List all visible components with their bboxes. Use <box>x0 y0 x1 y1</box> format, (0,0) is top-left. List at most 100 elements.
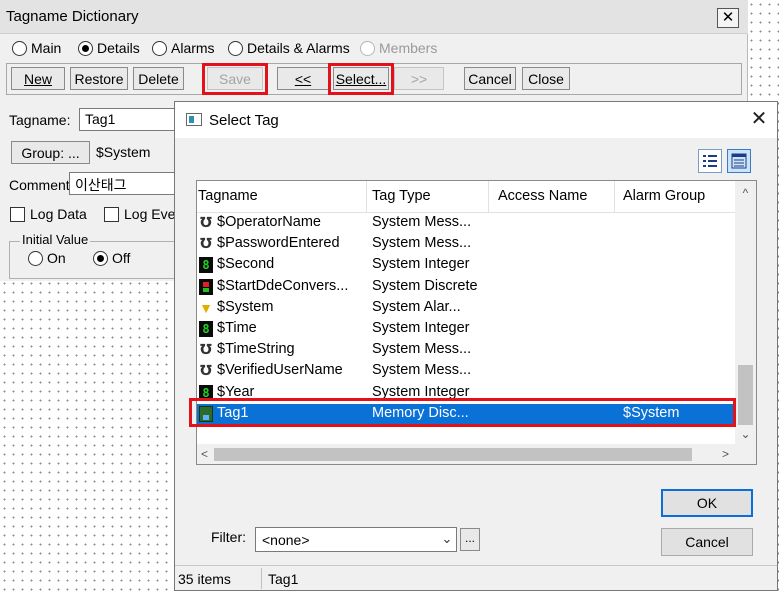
column-header-tag-type[interactable]: Tag Type <box>367 181 489 213</box>
cell-tagname: $Time <box>217 320 257 336</box>
message-tag-icon: ℧ <box>200 236 212 252</box>
status-bar: 35 items Tag1 <box>175 565 777 590</box>
cell-tag-type: System Mess... <box>372 214 472 230</box>
scroll-down-icon[interactable]: ⌄ <box>735 424 756 444</box>
cell-tagname: $PasswordEntered <box>217 235 340 251</box>
group-value: $System <box>96 144 151 160</box>
table-row[interactable]: ℧ $TimeString System Mess... <box>197 340 735 361</box>
scroll-left-icon[interactable]: < <box>197 444 215 464</box>
radio-details-label: Details <box>97 40 140 56</box>
table-row[interactable]: ▼ $System System Alar... <box>197 298 735 319</box>
horizontal-scroll-thumb[interactable] <box>214 448 692 461</box>
close-icon[interactable]: ✕ <box>747 108 771 132</box>
restore-button-label: Restore <box>74 70 124 87</box>
delete-button[interactable]: Delete <box>133 67 184 90</box>
list-view-icon[interactable] <box>727 149 751 173</box>
close-icon[interactable]: ✕ <box>717 8 739 28</box>
dialog-title-bar: Select Tag ✕ <box>175 102 777 138</box>
log-data-checkbox[interactable]: Log Data <box>10 206 87 222</box>
delete-button-label: Delete <box>138 70 179 87</box>
comment-label: Comment: <box>9 177 74 193</box>
radio-alarms-label: Alarms <box>171 40 215 56</box>
table-row[interactable]: ℧ $OperatorName System Mess... <box>197 213 735 234</box>
restore-button[interactable]: Restore <box>70 67 128 90</box>
radio-details-alarms[interactable]: Details & Alarms <box>228 40 350 56</box>
dialog-cancel-button-label: Cancel <box>685 534 729 550</box>
cell-tag-type: System Discrete <box>372 278 478 294</box>
scroll-up-icon[interactable]: ^ <box>735 183 756 203</box>
column-header-access-name[interactable]: Access Name <box>489 181 615 213</box>
item-count: 35 items <box>178 571 231 587</box>
new-button[interactable]: New <box>11 67 65 90</box>
cell-tagname: $OperatorName <box>217 214 321 230</box>
cell-tag-type: System Integer <box>372 320 470 336</box>
dialog-cancel-button[interactable]: Cancel <box>661 528 753 556</box>
column-header-tagname[interactable]: Tagname <box>197 181 367 213</box>
alarm-tag-icon: ▼ <box>199 300 213 316</box>
cancel-button[interactable]: Cancel <box>464 67 516 90</box>
table-row[interactable]: 8 $Time System Integer <box>197 319 735 340</box>
vertical-scroll-thumb[interactable] <box>738 365 753 425</box>
message-tag-icon: ℧ <box>200 363 212 379</box>
scrollbar-corner <box>735 444 756 464</box>
window-icon <box>186 113 202 126</box>
column-header-alarm-group[interactable]: Alarm Group <box>615 181 735 213</box>
comment-input[interactable]: 이산태그 <box>69 172 179 195</box>
list-header: Tagname Tag Type Access Name Alarm Group <box>197 181 735 213</box>
horizontal-scrollbar[interactable]: < > <box>197 444 736 464</box>
tagname-input[interactable]: Tag1 <box>79 108 179 131</box>
table-row[interactable]: 8 $Second System Integer <box>197 255 735 276</box>
table-row[interactable]: $StartDdeConvers... System Discrete <box>197 277 735 298</box>
dialog-title: Select Tag <box>209 112 279 129</box>
filter-browse-button[interactable]: ... <box>460 528 480 551</box>
table-row[interactable]: ℧ $VerifiedUserName System Mess... <box>197 361 735 382</box>
radio-icon <box>360 40 375 56</box>
cell-tagname: $VerifiedUserName <box>217 362 343 378</box>
previous-button-label: << <box>294 70 312 87</box>
radio-off[interactable]: Off <box>93 250 130 266</box>
radio-main[interactable]: Main <box>12 40 61 56</box>
ok-button[interactable]: OK <box>661 489 753 517</box>
selected-tag-status: Tag1 <box>268 571 299 587</box>
close-button[interactable]: Close <box>522 67 570 90</box>
radio-icon <box>28 250 43 266</box>
previous-button[interactable]: << <box>277 67 329 90</box>
integer-tag-icon: 8 <box>199 257 213 273</box>
save-button[interactable]: Save <box>207 67 263 90</box>
scroll-right-icon[interactable]: > <box>715 444 736 464</box>
vertical-scrollbar[interactable]: ^ ⌄ <box>735 181 756 444</box>
ok-button-label: OK <box>696 495 718 511</box>
selected-row-highlight <box>189 398 736 427</box>
radio-icon <box>12 40 27 56</box>
group-button-label: Group: ... <box>21 144 80 161</box>
filter-select[interactable]: <none> <box>255 527 457 552</box>
details-view-icon[interactable] <box>698 149 722 173</box>
chevron-down-icon[interactable]: ⌄ <box>439 528 455 550</box>
cell-tag-type: System Mess... <box>372 235 472 251</box>
select-button-label: Select... <box>335 70 387 87</box>
next-button-label: >> <box>410 70 428 87</box>
radio-icon <box>152 40 167 56</box>
next-button[interactable]: >> <box>394 67 444 90</box>
title-bar: Tagname Dictionary ✕ <box>0 0 748 34</box>
group-button[interactable]: Group: ... <box>11 141 90 164</box>
status-divider <box>261 568 262 589</box>
radio-icon <box>93 250 108 266</box>
initial-value-label: Initial Value <box>20 232 91 247</box>
message-tag-icon: ℧ <box>200 342 212 358</box>
select-button[interactable]: Select... <box>333 67 389 90</box>
radio-on[interactable]: On <box>28 250 66 266</box>
radio-icon <box>78 40 93 56</box>
table-row[interactable]: ℧ $PasswordEntered System Mess... <box>197 234 735 255</box>
log-events-checkbox[interactable]: Log Eve <box>104 206 175 222</box>
new-button-label: New <box>23 70 52 87</box>
radio-on-label: On <box>47 250 66 266</box>
radio-members[interactable]: Members <box>360 40 437 56</box>
checkbox-icon <box>10 206 25 222</box>
tagname-label: Tagname: <box>9 112 71 128</box>
cell-tag-type: System Alar... <box>372 299 461 315</box>
radio-details[interactable]: Details <box>78 40 140 56</box>
filter-label: Filter: <box>211 529 246 545</box>
radio-alarms[interactable]: Alarms <box>152 40 215 56</box>
radio-main-label: Main <box>31 40 62 56</box>
